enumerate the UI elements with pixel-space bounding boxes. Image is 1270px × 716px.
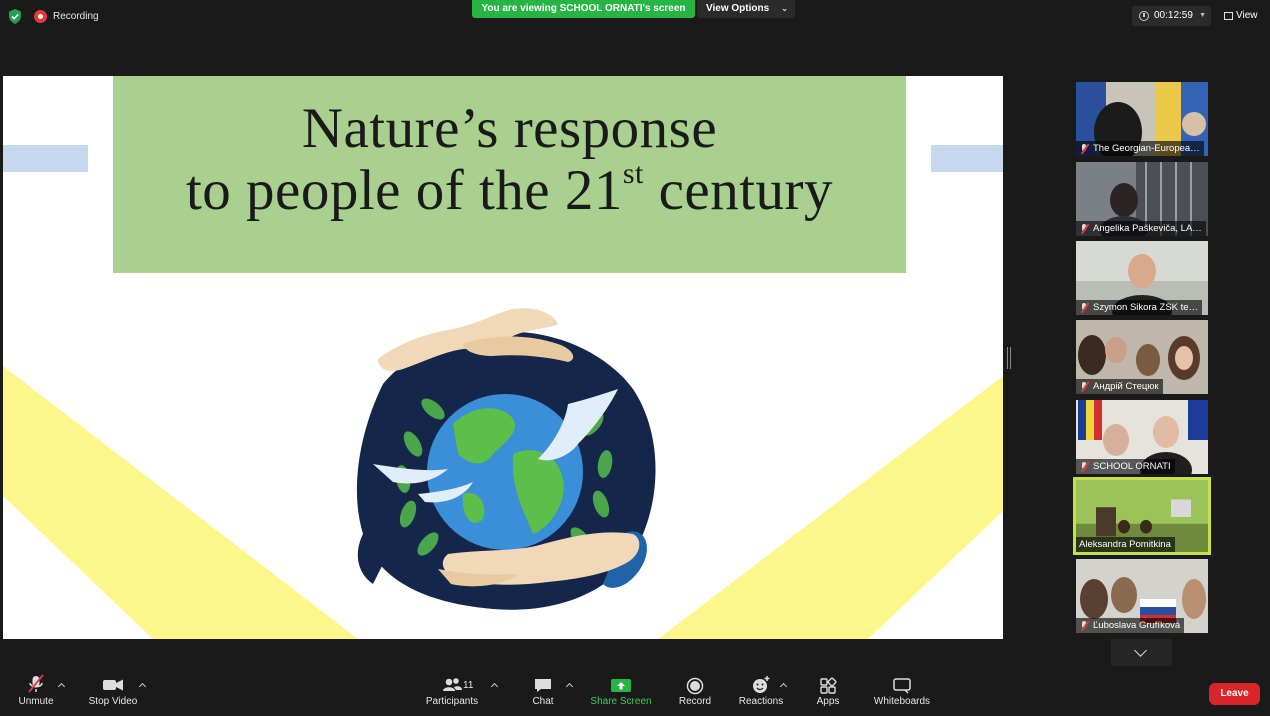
view-label: View bbox=[1236, 10, 1258, 21]
audio-options-caret[interactable] bbox=[58, 682, 66, 690]
participant-tile[interactable]: SCHOOL ORNATI bbox=[1076, 400, 1208, 474]
apps-icon bbox=[820, 677, 837, 694]
clock-icon bbox=[1139, 11, 1149, 21]
muted-mic-icon bbox=[1079, 381, 1089, 392]
participant-name: Ľuboslava Grufíková bbox=[1093, 620, 1181, 631]
participant-name: SCHOOL ORNATI bbox=[1093, 461, 1171, 472]
video-options-caret[interactable] bbox=[139, 682, 147, 690]
record-button[interactable]: Record bbox=[674, 670, 716, 707]
chat-button[interactable]: Chat bbox=[526, 670, 560, 707]
participant-tile[interactable]: Ľuboslava Grufíková bbox=[1076, 559, 1208, 633]
meeting-toolbar: Unmute Stop Video Participants Chat Shar… bbox=[0, 670, 1270, 716]
recording-label[interactable]: Recording bbox=[53, 11, 99, 22]
participant-name: Szymon Sikora ZSK te… bbox=[1093, 302, 1199, 313]
muted-mic-icon bbox=[1079, 302, 1089, 313]
chat-label: Chat bbox=[532, 696, 554, 707]
chat-options-caret[interactable] bbox=[566, 682, 574, 690]
recording-icon[interactable] bbox=[34, 10, 47, 23]
chevron-down-icon: ⌄ bbox=[781, 4, 788, 13]
muted-mic-icon bbox=[1079, 461, 1089, 472]
muted-mic-icon bbox=[1079, 620, 1089, 631]
view-options-label: View Options bbox=[706, 3, 770, 14]
reactions-label: Reactions bbox=[738, 696, 784, 707]
apps-button[interactable]: Apps bbox=[810, 670, 846, 707]
viewing-screen-banner: You are viewing SCHOOL ORNATI's screen bbox=[472, 0, 695, 18]
participants-count-badge: 11 bbox=[463, 680, 474, 691]
participant-name: Angelika Paškeviča, LA… bbox=[1093, 223, 1202, 234]
meeting-timer[interactable]: 00:12:59 ▼ bbox=[1132, 6, 1211, 26]
chat-bubble-icon bbox=[535, 679, 551, 692]
gallery-scroll-down-button[interactable] bbox=[1111, 639, 1172, 666]
video-camera-icon bbox=[103, 679, 123, 691]
participant-tile[interactable]: Андрій Стецюк bbox=[1076, 320, 1208, 394]
slide-title-line1: Nature’s response bbox=[301, 97, 718, 160]
share-screen-label: Share Screen bbox=[590, 696, 652, 707]
participants-label: Participants bbox=[425, 696, 479, 707]
participant-name: The Georgian-Europea… bbox=[1093, 143, 1200, 154]
stop-video-label: Stop Video bbox=[88, 696, 138, 707]
whiteboards-button[interactable]: Whiteboards bbox=[870, 670, 934, 707]
leave-button[interactable]: Leave bbox=[1209, 683, 1260, 705]
security-shield-icon[interactable] bbox=[8, 9, 22, 24]
record-label: Record bbox=[678, 696, 712, 707]
whiteboards-label: Whiteboards bbox=[873, 696, 931, 707]
apps-label: Apps bbox=[816, 696, 840, 707]
reactions-button[interactable]: Reactions bbox=[736, 670, 786, 707]
view-options-button[interactable]: View Options ⌄ bbox=[697, 0, 795, 18]
participant-tile[interactable]: Szymon Sikora ZSK te… bbox=[1076, 241, 1208, 315]
reactions-options-caret[interactable] bbox=[780, 682, 788, 690]
slide-title-line2: to people of the 21st century bbox=[185, 157, 834, 222]
microphone-muted-icon bbox=[28, 674, 44, 693]
unmute-label: Unmute bbox=[18, 696, 54, 707]
participants-options-caret[interactable] bbox=[491, 682, 499, 690]
muted-mic-icon bbox=[1079, 143, 1089, 154]
view-layout-icon bbox=[1224, 12, 1233, 20]
splitter-drag-handle[interactable] bbox=[1007, 347, 1011, 369]
stop-video-button[interactable]: Stop Video bbox=[86, 670, 140, 707]
share-screen-icon bbox=[611, 679, 631, 692]
unmute-button[interactable]: Unmute bbox=[14, 670, 58, 707]
participants-icon bbox=[443, 678, 462, 691]
slide-title: Nature’s response to people of the 21st … bbox=[113, 76, 906, 273]
participant-tile[interactable]: The Georgian-Europea… bbox=[1076, 82, 1208, 156]
shared-screen-slide: Nature’s response to people of the 21st … bbox=[3, 76, 1003, 639]
record-icon bbox=[686, 677, 704, 695]
participant-tile-active-speaker[interactable]: Aleksandra Pomitkina bbox=[1073, 477, 1211, 555]
view-button[interactable]: View bbox=[1222, 6, 1262, 26]
share-screen-button[interactable]: Share Screen bbox=[588, 670, 654, 707]
whiteboard-icon bbox=[893, 678, 911, 694]
chevron-down-icon: ▼ bbox=[1199, 12, 1206, 19]
muted-mic-icon bbox=[1079, 223, 1089, 234]
reactions-smiley-icon bbox=[753, 676, 770, 693]
earth-hands-illustration bbox=[356, 308, 656, 610]
participant-name: Aleksandra Pomitkina bbox=[1079, 539, 1171, 550]
participant-tile[interactable]: Angelika Paškeviča, LA… bbox=[1076, 162, 1208, 236]
timer-value: 00:12:59 bbox=[1154, 10, 1193, 21]
participant-name: Андрій Стецюк bbox=[1093, 381, 1159, 392]
